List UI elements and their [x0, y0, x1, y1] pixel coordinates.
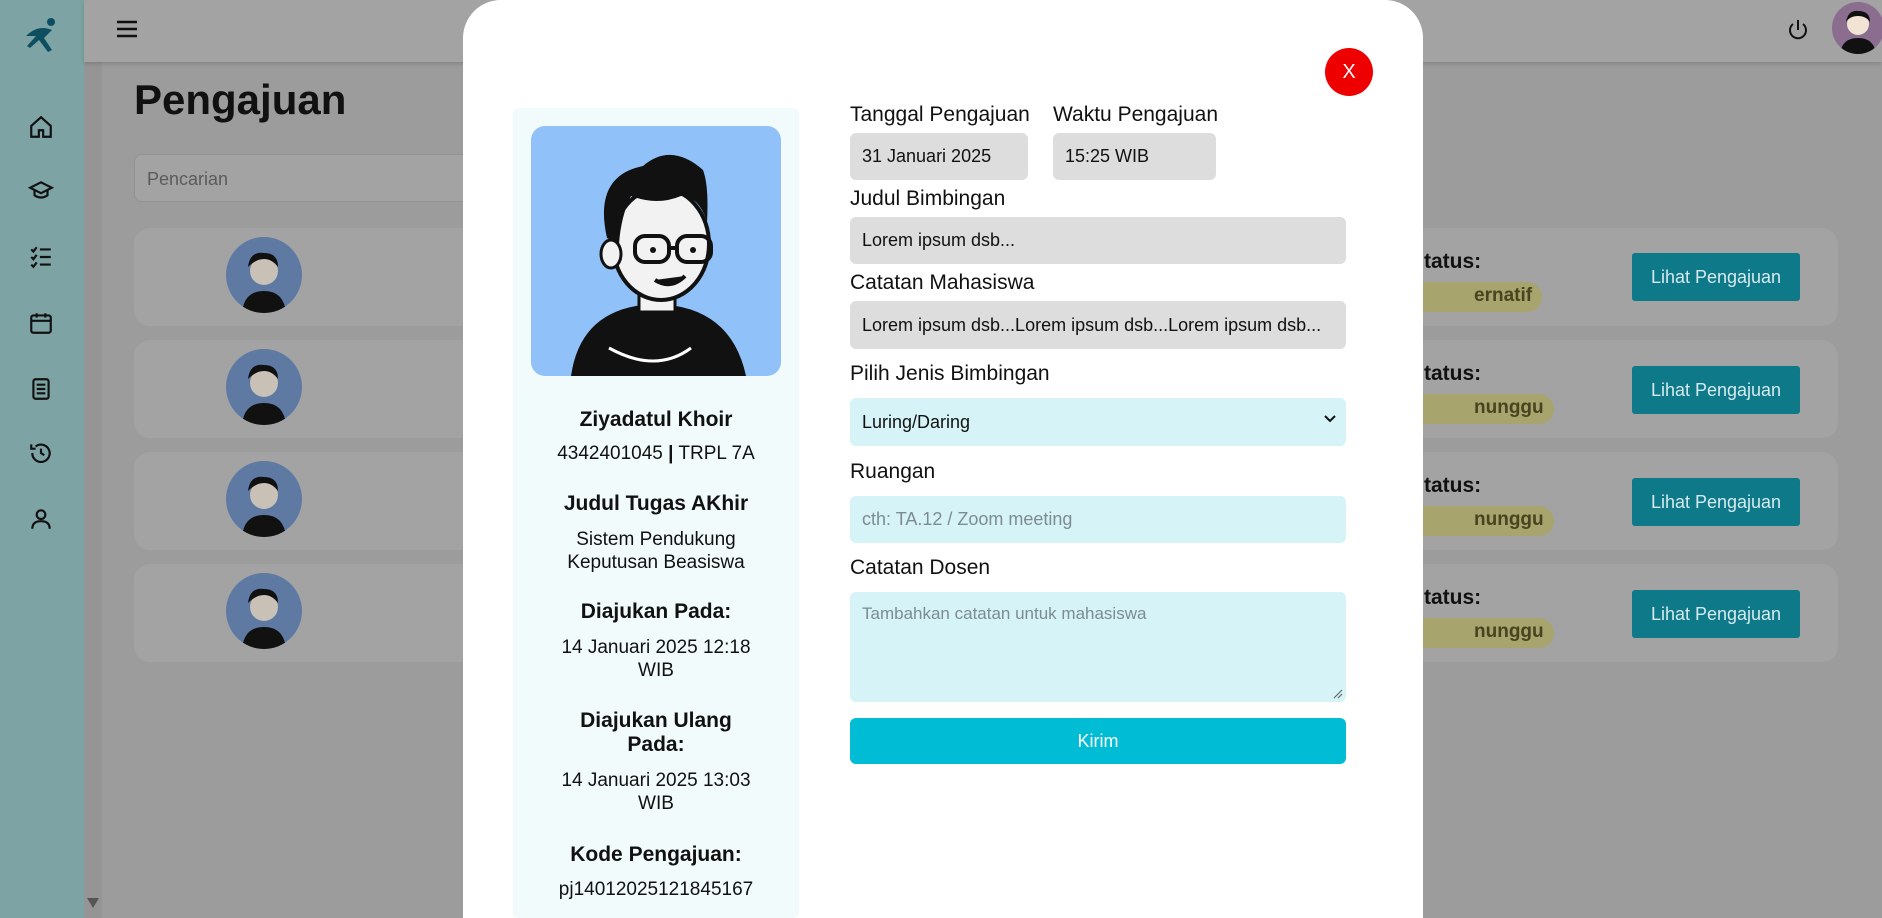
student-nim: 4342401045 [557, 443, 663, 464]
chevron-down-icon [1324, 415, 1336, 423]
room-input[interactable]: cth: TA.12 / Zoom meeting [850, 496, 1346, 543]
resubmitted-tz: WIB [638, 793, 674, 814]
code-heading: Kode Pengajuan: [570, 843, 742, 866]
status-label: tatus: [1424, 586, 1482, 609]
thesis-heading: Judul Tugas AKhir [563, 492, 749, 515]
time-label: Waktu Pengajuan [1053, 103, 1218, 126]
document-icon[interactable] [28, 376, 54, 402]
resubmitted-heading-line2: Pada: [627, 733, 685, 756]
avatar [226, 461, 302, 537]
app-logo-icon [26, 18, 55, 52]
submission-detail-modal: X Ziyadatul Khoir 4342401045 | TRPL 7A J… [463, 0, 1423, 918]
close-button[interactable]: X [1325, 48, 1373, 96]
submission-code: pj14012025121845167 [558, 879, 754, 900]
submitted-date: 14 Januari 2025 12:18 [561, 637, 751, 658]
resubmitted-heading-line1: Diajukan Ulang [580, 709, 732, 732]
time-field: 15:25 WIB [1053, 133, 1216, 180]
scrollbar[interactable] [84, 62, 102, 918]
thesis-title-line2: Keputusan Beasiswa [567, 552, 745, 573]
user-icon[interactable] [28, 506, 54, 532]
hamburger-menu-icon[interactable] [116, 18, 138, 40]
view-submission-button[interactable]: Lihat Pengajuan [1632, 478, 1800, 526]
student-profile-panel: Ziyadatul Khoir 4342401045 | TRPL 7A Jud… [513, 108, 799, 918]
student-name: Ziyadatul Khoir [579, 408, 733, 431]
view-submission-button[interactable]: Lihat Pengajuan [1632, 253, 1800, 301]
thesis-title-line1: Sistem Pendukung [576, 529, 736, 550]
student-class: TRPL 7A [678, 443, 755, 464]
title-field: Lorem ipsum dsb... [850, 217, 1346, 264]
lecturer-note-placeholder: Tambahkan catatan untuk mahasiswa [862, 604, 1147, 623]
submit-button[interactable]: Kirim [850, 718, 1346, 764]
resize-grip-icon[interactable] [1333, 689, 1343, 699]
avatar [226, 237, 302, 313]
type-label: Pilih Jenis Bimbingan [850, 362, 1050, 385]
submitted-heading: Diajukan Pada: [580, 600, 732, 623]
home-icon[interactable] [28, 114, 54, 140]
history-icon[interactable] [28, 440, 54, 466]
date-label: Tanggal Pengajuan [850, 103, 1030, 126]
room-label: Ruangan [850, 460, 936, 483]
scroll-down-arrow-icon[interactable] [87, 898, 99, 908]
date-field: 31 Januari 2025 [850, 133, 1028, 180]
view-submission-button[interactable]: Lihat Pengajuan [1632, 590, 1800, 638]
resubmitted-date: 14 Januari 2025 13:03 [561, 770, 751, 791]
sidebar [0, 0, 84, 918]
status-label: tatus: [1424, 474, 1482, 497]
checklist-icon[interactable] [28, 244, 54, 270]
status-label: tatus: [1424, 250, 1482, 273]
separator: | [668, 443, 674, 464]
student-note-label: Catatan Mahasiswa [850, 271, 1035, 294]
graduation-cap-icon[interactable] [28, 178, 54, 204]
calendar-icon[interactable] [28, 310, 54, 336]
page-title: Pengajuan [134, 76, 347, 123]
submitted-tz: WIB [638, 660, 674, 681]
student-photo [531, 126, 781, 376]
view-submission-button[interactable]: Lihat Pengajuan [1632, 366, 1800, 414]
guidance-type-value: Luring/Daring [862, 411, 971, 432]
avatar [226, 349, 302, 425]
guidance-type-select[interactable]: Luring/Daring [850, 398, 1346, 446]
status-label: tatus: [1424, 362, 1482, 385]
student-note-field: Lorem ipsum dsb...Lorem ipsum dsb...Lore… [850, 301, 1346, 349]
user-avatar[interactable] [1832, 2, 1882, 54]
power-icon[interactable] [1786, 18, 1810, 42]
avatar [226, 573, 302, 649]
lecturer-note-textarea[interactable]: Tambahkan catatan untuk mahasiswa [850, 592, 1346, 702]
title-label: Judul Bimbingan [850, 187, 1006, 210]
lecturer-note-label: Catatan Dosen [850, 556, 991, 579]
student-id-class: 4342401045 | TRPL 7A [513, 442, 799, 466]
room-placeholder: cth: TA.12 / Zoom meeting [862, 509, 1073, 529]
